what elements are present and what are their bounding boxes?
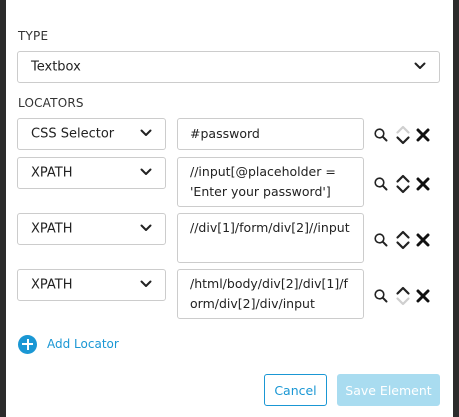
plus-circle-icon	[18, 334, 37, 354]
close-icon[interactable]	[416, 128, 430, 142]
edit-element-panel: TYPE Textbox LOCATORS CSS Selector #pass…	[6, 0, 453, 417]
locator-strategy-select[interactable]: XPATH	[17, 213, 166, 245]
add-locator-button[interactable]: Add Locator	[18, 334, 119, 354]
search-icon[interactable]	[373, 127, 389, 143]
chevron-up-icon[interactable]	[395, 173, 411, 184]
search-icon[interactable]	[373, 288, 389, 304]
chevron-down-icon	[140, 129, 152, 136]
type-select-value: Textbox	[31, 59, 81, 75]
locators-section-label: LOCATORS	[18, 96, 84, 110]
chevron-up-icon[interactable]	[395, 229, 411, 240]
locator-strategy-value: XPATH	[31, 165, 73, 181]
chevron-down-icon	[140, 224, 152, 231]
chevron-down-icon	[140, 168, 152, 175]
chevron-down-icon[interactable]	[395, 296, 411, 307]
chevron-down-icon[interactable]	[395, 240, 411, 251]
close-icon[interactable]	[416, 233, 430, 247]
locator-strategy-select[interactable]: CSS Selector	[17, 118, 166, 150]
locator-strategy-value: XPATH	[31, 221, 73, 237]
chevron-down-icon	[414, 62, 426, 69]
chevron-down-icon[interactable]	[395, 135, 411, 146]
cancel-button[interactable]: Cancel	[264, 374, 327, 406]
chevron-down-icon[interactable]	[395, 184, 411, 195]
locator-strategy-value: CSS Selector	[31, 126, 115, 142]
chevron-up-icon[interactable]	[395, 124, 411, 135]
save-element-button[interactable]: Save Element	[337, 374, 440, 406]
locator-value-input[interactable]: #password	[177, 118, 364, 150]
search-icon[interactable]	[373, 232, 389, 248]
locator-value-input[interactable]: //input[@placeholder = 'Enter your passw…	[177, 157, 364, 207]
close-icon[interactable]	[416, 177, 430, 191]
locator-strategy-select[interactable]: XPATH	[17, 157, 166, 189]
locator-value-input[interactable]: /html/body/div[2]/div[1]/form/div[2]/div…	[177, 269, 364, 319]
type-select[interactable]: Textbox	[17, 51, 440, 83]
search-icon[interactable]	[373, 176, 389, 192]
locator-strategy-value: XPATH	[31, 277, 73, 293]
add-locator-label: Add Locator	[47, 337, 119, 351]
locator-strategy-select[interactable]: XPATH	[17, 269, 166, 301]
type-section-label: TYPE	[18, 29, 49, 43]
chevron-up-icon[interactable]	[395, 285, 411, 296]
close-icon[interactable]	[416, 289, 430, 303]
locator-value-input[interactable]: //div[1]/form/div[2]//input	[177, 213, 364, 263]
chevron-down-icon	[140, 280, 152, 287]
